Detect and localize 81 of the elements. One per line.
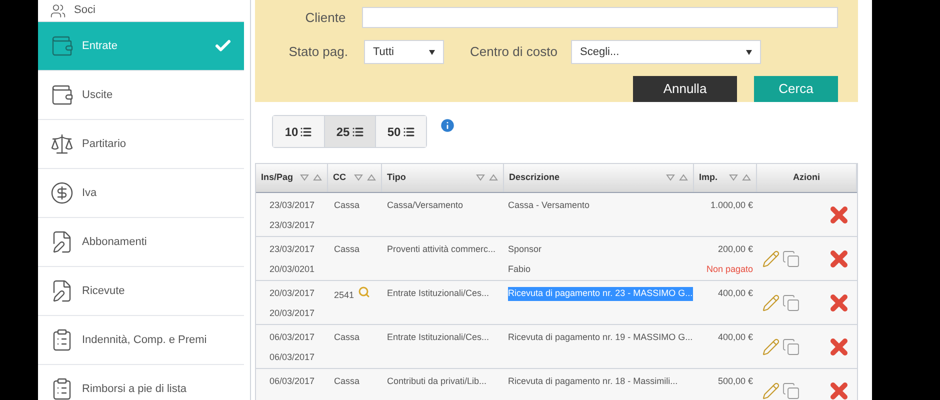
edit-icon[interactable] [762,250,780,268]
date-text: 23/03/2017 [269,199,315,212]
amount-text: 500,00 € [718,375,753,388]
list-icon [352,126,364,138]
date-text: 20/03/2017 [269,287,315,300]
sidebar-label: Partitario [82,136,128,152]
centro-label: Centro di costo [470,43,558,62]
sidebar-label: Abbonamenti [82,234,148,250]
people-icon [50,2,66,18]
amount-text: 1.000,00 € [710,199,753,212]
cc-text: Cassa [334,199,360,212]
description-text: Fabio [508,262,531,276]
description-text: Ricevuta di pagamento nr. 19 - MASSIMO G... [508,331,693,344]
sidebar-label: Indennità, Comp. e Premi [82,332,208,348]
copy-icon[interactable] [782,338,800,356]
edit-icon[interactable] [762,338,780,356]
date-text: 06/03/2017 [269,350,315,364]
centro-select[interactable]: Scegli... [571,40,761,64]
column-header[interactable]: CC [328,164,382,192]
date-text: 06/03/2017 [269,375,315,388]
sort-icon[interactable] [666,174,688,182]
tipo-text: Contributi da privati/Lib... [387,376,487,386]
tipo-text: Cassa/Versamento [387,200,464,210]
dropdown-caret-icon [746,50,752,54]
coin-icon [50,181,74,205]
tipo-text: Entrate Istituzionali/Ces... [387,288,490,298]
sidebar-label: Rimborsi a pie di lista [82,382,188,397]
sidebar-label: Soci [74,3,96,18]
date-text: 06/03/2017 [269,331,315,344]
cc-text: 2541 [334,289,354,302]
info-icon[interactable] [439,117,456,134]
sidebar-label: Ricevute [82,284,126,299]
amount-text: 400,00 € [718,287,753,300]
date-text: 20/03/0201 [269,262,315,276]
search-icon[interactable] [358,286,370,298]
tipo-text: Entrate Istituzionali/Ces... [387,332,490,342]
cliente-label: Cliente [304,8,346,27]
list-icon [402,126,415,138]
cc-text: Cassa [334,331,360,344]
date-text: 23/03/2017 [269,243,315,256]
cc-text: Cassa [334,375,360,388]
copy-icon[interactable] [782,382,800,400]
description-text: Ricevuta di pagamento nr. 18 - Massimili... [508,375,678,388]
tipo-text: Proventi attività commerc... [387,244,496,254]
sort-icon[interactable] [729,174,751,182]
sort-icon[interactable] [354,174,376,182]
sidebar-label: Entrate [82,38,118,54]
column-header[interactable]: Imp. [694,164,757,192]
page-size-button[interactable]: 50 [375,116,426,147]
payment-status: Non pagato [706,262,753,276]
column-header[interactable]: Azioni [757,164,857,192]
description-text: Ricevuta di pagamento nr. 23 - MASSIMO G... [508,287,693,300]
edit-icon[interactable] [762,294,780,312]
description-text: Cassa - Versamento [508,199,590,212]
dropdown-caret-icon [429,50,435,54]
column-header[interactable]: Tipo [382,164,504,192]
copy-icon[interactable] [782,294,800,312]
cancel-button[interactable]: Annulla [633,76,737,102]
wallet-icon [50,83,74,107]
cc-text: Cassa [334,243,360,256]
wallet-icon [50,34,74,58]
column-header[interactable]: Ins/Pag [256,164,328,192]
page-size-button[interactable]: 10 [273,116,324,147]
description-text: Sponsor [508,243,542,256]
cliente-field[interactable] [362,7,838,28]
sort-icon[interactable] [300,174,322,182]
column-header[interactable]: Descrizione [504,164,694,192]
sidebar-label: Iva [82,186,98,201]
copy-icon[interactable] [782,250,800,268]
date-text: 20/03/2017 [269,306,315,320]
list-icon [300,126,312,138]
sidebar-label: Uscite [82,88,114,103]
page-size-button[interactable]: 25 [324,116,375,147]
amount-text: 400,00 € [718,331,753,344]
amount-text: 200,00 € [718,243,753,256]
stato-select[interactable]: Tutti [364,40,444,64]
date-text: 23/03/2017 [269,218,315,232]
sort-icon[interactable] [476,174,498,182]
edit-icon[interactable] [762,382,780,400]
stato-label: Stato pag. [288,43,348,62]
scales-icon [50,132,74,156]
